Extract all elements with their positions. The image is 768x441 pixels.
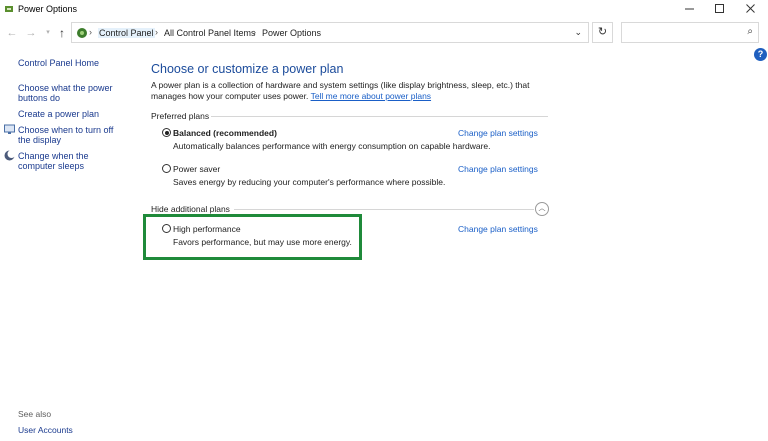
control-panel-icon: [77, 28, 87, 38]
help-button[interactable]: ?: [754, 48, 767, 61]
chevron-down-icon: ⌄: [574, 27, 582, 37]
back-arrow-icon: ←: [6, 27, 18, 39]
create-power-plan-link[interactable]: Create a power plan: [18, 109, 99, 119]
divider: [234, 209, 534, 210]
monitor-icon: [4, 124, 15, 134]
refresh-icon: ↻: [597, 26, 608, 38]
breadcrumb-power-options[interactable]: Power Options: [262, 28, 321, 38]
intro-text: A power plan is a collection of hardware…: [151, 80, 556, 101]
page-title: Choose or customize a power plan: [151, 62, 344, 76]
preferred-plans-label: Preferred plans: [151, 111, 210, 121]
close-button[interactable]: [734, 0, 768, 18]
plan-desc-power-saver: Saves energy by reducing your computer's…: [173, 177, 446, 187]
chevron-down-icon: ▾: [46, 29, 50, 36]
address-bar[interactable]: › Control Panel › All Control Panel Item…: [71, 22, 589, 43]
divider: [211, 116, 548, 117]
forward-arrow-icon: →: [25, 27, 37, 39]
forward-button[interactable]: →: [24, 25, 38, 41]
minimize-icon: [685, 8, 694, 10]
breadcrumb-all-items[interactable]: All Control Panel Items: [164, 28, 256, 38]
navigation-bar: ← → ▾ ↑ › Control Panel › All Control Pa…: [0, 22, 768, 44]
tell-me-more-link[interactable]: Tell me more about power plans: [311, 91, 431, 101]
hide-additional-plans-label[interactable]: Hide additional plans: [151, 204, 230, 214]
computer-sleeps-link[interactable]: Change when the computer sleeps: [18, 151, 124, 171]
maximize-icon: [715, 4, 724, 13]
breadcrumb-separator: ›: [155, 27, 158, 37]
plan-name-balanced[interactable]: Balanced (recommended): [173, 128, 277, 138]
collapse-plans-button[interactable]: ︿: [535, 202, 549, 216]
up-button[interactable]: ↑: [55, 25, 69, 41]
title-bar: Power Options: [0, 0, 768, 18]
see-also-label: See also: [18, 409, 52, 419]
breadcrumb-separator: ›: [89, 27, 92, 37]
up-arrow-icon: ↑: [59, 26, 65, 40]
change-plan-settings-high-performance[interactable]: Change plan settings: [458, 224, 538, 234]
recent-locations-button[interactable]: ▾: [41, 25, 55, 41]
change-plan-settings-power-saver[interactable]: Change plan settings: [458, 164, 538, 174]
moon-icon: [4, 150, 15, 161]
power-options-icon: [5, 6, 13, 12]
turn-off-display-link[interactable]: Choose when to turn off the display: [18, 125, 124, 145]
chevron-up-icon: ︿: [538, 205, 546, 212]
close-icon: [746, 4, 755, 13]
refresh-button[interactable]: ↻: [592, 22, 613, 43]
user-accounts-link[interactable]: User Accounts: [18, 425, 73, 435]
plan-name-power-saver[interactable]: Power saver: [173, 164, 220, 174]
highlight-box: [143, 214, 362, 260]
window-title: Power Options: [18, 4, 78, 14]
search-icon: ⌕: [747, 26, 753, 37]
breadcrumb-control-panel[interactable]: Control Panel: [98, 28, 155, 38]
change-plan-settings-balanced[interactable]: Change plan settings: [458, 128, 538, 138]
back-button[interactable]: ←: [5, 25, 19, 41]
minimize-button[interactable]: [673, 0, 707, 18]
maximize-button[interactable]: [703, 0, 737, 18]
breadcrumb-separator: ›: [253, 27, 256, 37]
power-buttons-link[interactable]: Choose what the power buttons do: [18, 83, 118, 103]
search-input[interactable]: ⌕: [621, 22, 759, 43]
control-panel-home-link[interactable]: Control Panel Home: [18, 58, 99, 68]
plan-desc-balanced: Automatically balances performance with …: [173, 141, 491, 151]
address-dropdown-button[interactable]: ⌄: [574, 27, 582, 38]
balanced-radio[interactable]: [162, 128, 171, 137]
power-saver-radio[interactable]: [162, 164, 171, 173]
